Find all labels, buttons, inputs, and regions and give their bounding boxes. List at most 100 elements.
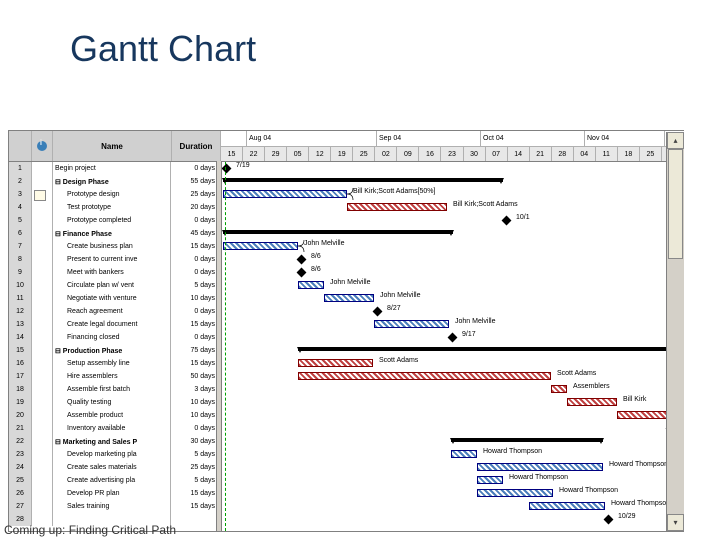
table-row[interactable]: 9Meet with bankers0 days8/6 <box>9 266 684 279</box>
month-header[interactable]: Sep 04 <box>377 131 481 146</box>
milestone-icon[interactable] <box>222 164 232 174</box>
task-bar[interactable] <box>324 294 374 302</box>
week-header[interactable]: 23 <box>441 147 463 161</box>
table-row[interactable]: 13Create legal document15 daysJohn Melvi… <box>9 318 684 331</box>
task-name[interactable]: ⊟ Finance Phase <box>53 227 171 240</box>
task-duration[interactable]: 0 days <box>171 266 219 279</box>
week-header[interactable]: 16 <box>419 147 441 161</box>
task-duration[interactable]: 0 days <box>171 422 219 435</box>
week-header[interactable]: 30 <box>464 147 486 161</box>
week-header[interactable]: 02 <box>375 147 397 161</box>
task-duration[interactable]: 10 days <box>171 396 219 409</box>
table-row[interactable]: 1Begin project0 days7/19 <box>9 162 684 175</box>
week-header[interactable]: 11 <box>596 147 618 161</box>
milestone-icon[interactable] <box>502 216 512 226</box>
task-bar[interactable] <box>477 489 553 497</box>
task-bar[interactable] <box>298 359 373 367</box>
milestone-icon[interactable] <box>604 515 614 525</box>
table-row[interactable]: 27Sales training15 daysHoward Thompson <box>9 500 684 513</box>
task-duration[interactable]: 0 days <box>171 253 219 266</box>
task-name[interactable]: Setup assembly line <box>53 357 171 370</box>
task-duration[interactable]: 0 days <box>171 214 219 227</box>
task-name[interactable]: Create advertising pla <box>53 474 171 487</box>
task-duration[interactable]: 5 days <box>171 448 219 461</box>
month-header[interactable]: Nov 04 <box>585 131 665 146</box>
task-name[interactable]: Create legal document <box>53 318 171 331</box>
week-header[interactable]: 12 <box>309 147 331 161</box>
table-row[interactable]: 23Develop marketing pla5 daysHoward Thom… <box>9 448 684 461</box>
task-bar[interactable] <box>451 450 477 458</box>
col-name-header[interactable]: Name <box>53 131 172 161</box>
note-icon[interactable] <box>34 190 46 201</box>
task-duration[interactable]: 15 days <box>171 357 219 370</box>
table-row[interactable]: 2⊟ Design Phase55 days <box>9 175 684 188</box>
vertical-scrollbar[interactable]: ▴ ▾ <box>666 132 684 531</box>
task-name[interactable]: Assemble first batch <box>53 383 171 396</box>
task-name[interactable]: Develop marketing pla <box>53 448 171 461</box>
table-row[interactable]: 26Develop PR plan15 daysHoward Thompson <box>9 487 684 500</box>
task-name[interactable]: ⊟ Design Phase <box>53 175 171 188</box>
table-row[interactable]: 14Financing closed0 days9/17 <box>9 331 684 344</box>
summary-bar[interactable] <box>223 178 503 182</box>
task-bar[interactable] <box>551 385 567 393</box>
month-header[interactable]: Aug 04 <box>247 131 377 146</box>
task-name[interactable]: Sales training <box>53 500 171 513</box>
task-duration[interactable]: 0 days <box>171 305 219 318</box>
task-duration[interactable]: 25 days <box>171 461 219 474</box>
table-row[interactable]: 21Inventory available0 days11/24 <box>9 422 684 435</box>
week-header[interactable]: 18 <box>618 147 640 161</box>
task-duration[interactable]: 75 days <box>171 344 219 357</box>
task-duration[interactable]: 10 days <box>171 292 219 305</box>
task-bar[interactable] <box>298 372 551 380</box>
task-bar[interactable] <box>617 411 667 419</box>
scroll-thumb[interactable] <box>668 149 683 259</box>
summary-bar[interactable] <box>223 230 453 234</box>
task-duration[interactable] <box>171 513 219 526</box>
task-name[interactable]: Create business plan <box>53 240 171 253</box>
task-bar[interactable] <box>529 502 605 510</box>
task-duration[interactable]: 50 days <box>171 370 219 383</box>
task-duration[interactable]: 5 days <box>171 279 219 292</box>
task-duration[interactable]: 25 days <box>171 188 219 201</box>
table-row[interactable]: 19Quality testing10 daysBill Kirk <box>9 396 684 409</box>
table-row[interactable]: 4Test prototype20 daysBill Kirk;Scott Ad… <box>9 201 684 214</box>
table-row[interactable]: 6⊟ Finance Phase45 days <box>9 227 684 240</box>
task-bar[interactable] <box>223 242 298 250</box>
table-row[interactable]: 25Create advertising pla5 daysHoward Tho… <box>9 474 684 487</box>
week-header[interactable]: 19 <box>331 147 353 161</box>
task-duration[interactable]: 15 days <box>171 500 219 513</box>
table-row[interactable]: 18Assemble first batch3 daysAssemblers <box>9 383 684 396</box>
task-name[interactable]: Begin project <box>53 162 171 175</box>
task-duration[interactable]: 0 days <box>171 162 219 175</box>
summary-bar[interactable] <box>451 438 603 442</box>
table-row[interactable]: 11Negotiate with venture10 daysJohn Melv… <box>9 292 684 305</box>
table-row[interactable]: 22⊟ Marketing and Sales P30 days <box>9 435 684 448</box>
task-name[interactable]: Prototype completed <box>53 214 171 227</box>
col-indicator-header[interactable] <box>32 131 53 161</box>
week-header[interactable]: 21 <box>530 147 552 161</box>
table-row[interactable]: 24Create sales materials25 daysHoward Th… <box>9 461 684 474</box>
table-row[interactable]: 15⊟ Production Phase75 days <box>9 344 684 357</box>
task-bar[interactable] <box>477 476 503 484</box>
table-row[interactable]: 3Prototype design25 daysBill Kirk;Scott … <box>9 188 684 201</box>
task-name[interactable]: Inventory available <box>53 422 171 435</box>
task-name[interactable]: Financing closed <box>53 331 171 344</box>
task-name[interactable]: Hire assemblers <box>53 370 171 383</box>
task-name[interactable]: Negotiate with venture <box>53 292 171 305</box>
week-header[interactable]: 15 <box>221 147 243 161</box>
task-name[interactable]: Create sales materials <box>53 461 171 474</box>
week-header[interactable]: 22 <box>243 147 265 161</box>
task-duration[interactable]: 10 days <box>171 409 219 422</box>
week-header[interactable]: 09 <box>397 147 419 161</box>
task-duration[interactable]: 15 days <box>171 318 219 331</box>
task-duration[interactable]: 45 days <box>171 227 219 240</box>
week-header[interactable]: 29 <box>265 147 287 161</box>
week-header[interactable]: 04 <box>574 147 596 161</box>
milestone-icon[interactable] <box>373 307 383 317</box>
task-name[interactable]: Assemble product <box>53 409 171 422</box>
table-row[interactable]: 5Prototype completed0 days10/1 <box>9 214 684 227</box>
task-name[interactable]: ⊟ Marketing and Sales P <box>53 435 171 448</box>
task-duration[interactable]: 0 days <box>171 331 219 344</box>
task-bar[interactable] <box>298 281 324 289</box>
week-header[interactable]: 25 <box>640 147 662 161</box>
